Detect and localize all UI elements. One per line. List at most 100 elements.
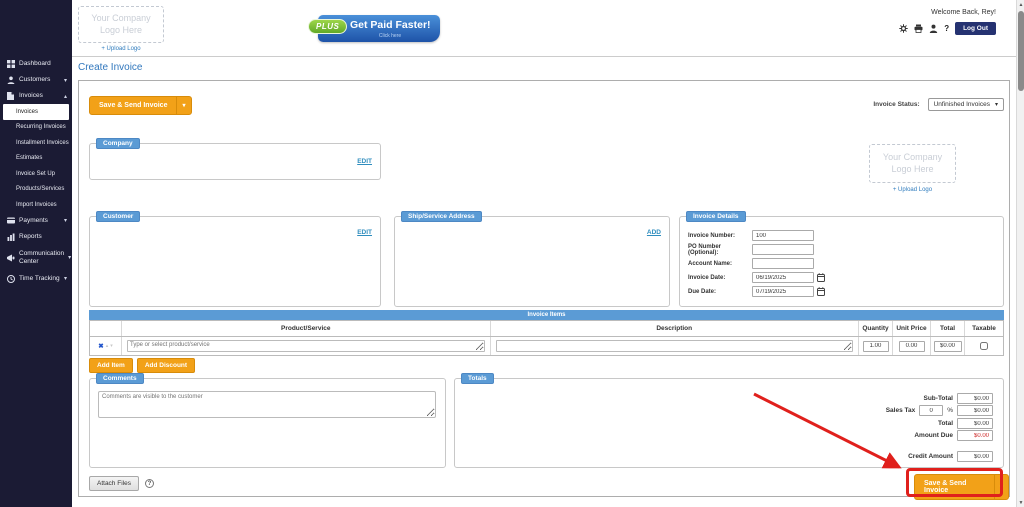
save-send-invoice-button-top[interactable]: Save & Send Invoice ▾ xyxy=(89,96,192,115)
upload-logo-link[interactable]: + Upload Logo xyxy=(78,46,164,52)
submenu-item-installment-invoices[interactable]: Installment Invoices xyxy=(0,135,72,151)
chevron-down-icon: ▾ xyxy=(995,101,998,108)
submenu-item-estimates[interactable]: Estimates xyxy=(0,151,72,167)
total-input[interactable] xyxy=(957,418,993,429)
product-service-cell xyxy=(122,337,491,355)
welcome-text: Welcome Back, Rey! xyxy=(931,9,996,16)
sidebar-item-invoices[interactable]: Invoices ▴ xyxy=(0,88,72,104)
move-row-down-icon[interactable]: ▾ xyxy=(110,343,113,349)
invoice-date-input[interactable] xyxy=(752,272,814,283)
logout-button[interactable]: Log Out xyxy=(955,22,996,35)
add-item-button[interactable]: Add Item xyxy=(89,358,133,373)
calendar-icon[interactable] xyxy=(817,273,825,282)
amount-due-label: Amount Due xyxy=(914,432,953,439)
description-input[interactable] xyxy=(496,340,854,352)
invoice-status-label: Invoice Status: xyxy=(873,101,919,108)
sidebar-item-payments[interactable]: Payments ▾ xyxy=(0,213,72,229)
submenu-item-import-invoices[interactable]: Import Invoices xyxy=(0,197,72,213)
sales-tax-rate-input[interactable] xyxy=(919,405,943,416)
time-tracking-icon xyxy=(7,275,15,283)
chevron-down-icon[interactable]: ▾ xyxy=(176,97,190,114)
upload-logo-link-invoice[interactable]: + Upload Logo xyxy=(869,187,956,193)
totals-legend: Totals xyxy=(461,373,494,384)
account-name-label: Account Name: xyxy=(688,261,752,267)
get-paid-faster-banner[interactable]: PLUS Get Paid Faster! Click here xyxy=(318,15,440,42)
chevron-down-icon: ▾ xyxy=(68,254,71,261)
total-cell xyxy=(931,337,965,355)
printer-icon[interactable] xyxy=(914,24,923,33)
product-service-input[interactable] xyxy=(127,340,485,352)
submenu-item-invoice-set-up[interactable]: Invoice Set Up xyxy=(0,166,72,182)
submenu-item-products-services[interactable]: Products/Services xyxy=(0,182,72,198)
credit-amount-input[interactable] xyxy=(957,451,993,462)
quantity-cell xyxy=(859,337,893,355)
user-icon[interactable] xyxy=(929,24,938,33)
save-send-invoice-button-bottom[interactable]: Save & Send Invoice ▾ xyxy=(914,474,1009,500)
sales-tax-row: Sales Tax % xyxy=(886,405,993,416)
sidebar-item-label: Time Tracking xyxy=(19,275,60,282)
logo-placeholder-line1: Your Company xyxy=(91,13,150,24)
submenu-item-recurring-invoices[interactable]: Recurring Invoices xyxy=(0,120,72,136)
customer-legend: Customer xyxy=(96,211,140,222)
logo-placeholder-line2: Logo Here xyxy=(891,164,933,175)
invoice-status-select[interactable]: Unfinished Invoices ▾ xyxy=(928,98,1004,111)
company-edit-link[interactable]: EDIT xyxy=(357,158,372,165)
company-logo-placeholder: Your Company Logo Here xyxy=(78,6,164,43)
subtotal-input[interactable] xyxy=(957,393,993,404)
amount-due-row: Amount Due xyxy=(914,430,993,441)
sidebar-item-label: Reports xyxy=(19,233,63,240)
chevron-down-icon: ▾ xyxy=(64,217,67,224)
sales-tax-input[interactable] xyxy=(957,405,993,416)
gear-icon[interactable] xyxy=(899,24,908,33)
chevron-down-icon: ▾ xyxy=(64,275,67,282)
customer-edit-link[interactable]: EDIT xyxy=(357,229,372,236)
credit-amount-row: Credit Amount xyxy=(908,451,993,462)
unit-price-input[interactable] xyxy=(899,341,925,352)
sidebar-item-customers[interactable]: Customers ▾ xyxy=(0,72,72,88)
sidebar-item-label: Dashboard xyxy=(19,60,63,67)
line-total-input[interactable] xyxy=(934,341,962,352)
company-legend: Company xyxy=(96,138,140,149)
reports-icon xyxy=(7,233,15,241)
ship-add-link[interactable]: ADD xyxy=(647,229,661,236)
sidebar-item-dashboard[interactable]: Dashboard xyxy=(0,56,72,72)
attach-help-icon[interactable]: ? xyxy=(145,479,154,488)
move-row-up-icon[interactable]: ▴ xyxy=(106,343,109,349)
help-icon[interactable]: ? xyxy=(944,24,949,33)
unit-price-cell xyxy=(893,337,931,355)
plus-badge: PLUS xyxy=(308,19,347,34)
add-discount-button[interactable]: Add Discount xyxy=(137,358,195,373)
attach-files-button[interactable]: Attach Files xyxy=(89,476,139,491)
col-product-service: Product/Service xyxy=(122,321,491,336)
col-unit-price: Unit Price xyxy=(893,321,931,336)
delete-row-icon[interactable]: ✖ xyxy=(98,342,103,350)
sidebar-item-reports[interactable]: Reports xyxy=(0,229,72,245)
due-date-row: Due Date: xyxy=(688,286,825,297)
invoice-number-input[interactable] xyxy=(752,230,814,241)
vertical-scrollbar[interactable]: ▲ ▼ xyxy=(1016,0,1024,507)
scrollbar-thumb[interactable] xyxy=(1018,11,1024,91)
total-row: Total xyxy=(938,418,993,429)
scroll-down-icon[interactable]: ▼ xyxy=(1017,498,1024,507)
col-taxable: Taxable xyxy=(965,321,1003,336)
account-name-input[interactable] xyxy=(752,258,814,269)
po-number-input[interactable] xyxy=(752,244,814,255)
invoice-date-label: Invoice Date: xyxy=(688,275,752,281)
quantity-input[interactable] xyxy=(863,341,889,352)
comments-input[interactable] xyxy=(98,391,436,418)
sidebar-item-time-tracking[interactable]: Time Tracking ▾ xyxy=(0,271,72,287)
taxable-checkbox[interactable] xyxy=(980,342,988,350)
due-date-input[interactable] xyxy=(752,286,814,297)
create-invoice-panel: Save & Send Invoice ▾ Invoice Status: Un… xyxy=(78,80,1010,497)
calendar-icon[interactable] xyxy=(817,287,825,296)
chevron-up-icon: ▴ xyxy=(64,93,67,100)
save-send-label: Save & Send Invoice xyxy=(915,475,994,499)
submenu-item-invoices[interactable]: Invoices xyxy=(3,104,69,120)
sidebar-item-communication-center[interactable]: Communication Center ▾ xyxy=(0,245,72,271)
page-title: Create Invoice xyxy=(78,62,142,73)
percent-sign: % xyxy=(947,407,953,414)
invoices-icon xyxy=(7,92,15,100)
subtotal-row: Sub-Total xyxy=(924,393,994,404)
scroll-up-icon[interactable]: ▲ xyxy=(1017,0,1024,9)
chevron-down-icon[interactable]: ▾ xyxy=(994,475,1008,499)
